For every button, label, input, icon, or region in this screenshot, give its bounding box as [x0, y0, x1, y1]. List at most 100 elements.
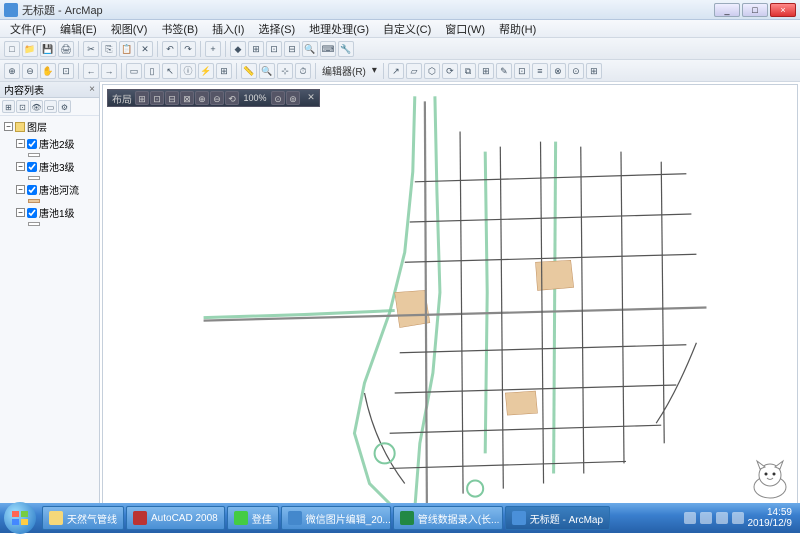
full-extent-icon[interactable]: ⊡	[58, 63, 74, 79]
layer-checkbox[interactable]	[27, 139, 37, 149]
desktop-pet-icon[interactable]	[746, 459, 794, 499]
add-data-icon[interactable]: +	[205, 41, 221, 57]
menu-insert[interactable]: 插入(I)	[206, 20, 250, 38]
python-icon[interactable]: ⌨	[320, 41, 336, 57]
tool-icon[interactable]: ⊞	[248, 41, 264, 57]
start-button[interactable]	[4, 502, 36, 534]
edit-tool-icon[interactable]: ⊙	[568, 63, 584, 79]
layout-close-icon[interactable]: ✕	[305, 92, 317, 104]
layout-tool-icon[interactable]: ⊟	[165, 91, 179, 105]
edit-tool-icon[interactable]: ⊡	[514, 63, 530, 79]
map-view[interactable]: 布局 ⊞ ⊡ ⊟ ⊠ ⊕ ⊖ ⟲ 100% ⊙ ⊚ ✕	[102, 84, 798, 521]
volume-icon[interactable]	[716, 512, 728, 524]
catalog-icon[interactable]: ⊟	[284, 41, 300, 57]
select-icon[interactable]: ▭	[126, 63, 142, 79]
layout-tool-icon[interactable]: ⊚	[286, 91, 300, 105]
menu-file[interactable]: 文件(F)	[4, 20, 52, 38]
layer-checkbox[interactable]	[27, 208, 37, 218]
layout-tool-icon[interactable]: ⊙	[271, 91, 285, 105]
edit-tool-icon[interactable]: ⟳	[442, 63, 458, 79]
network-icon[interactable]	[732, 512, 744, 524]
taskbar-app[interactable]: 管线数据录入(长...	[393, 506, 503, 530]
list-by-drawing-icon[interactable]: ⊞	[2, 100, 15, 113]
zoom-in-icon[interactable]: ⊕	[4, 63, 20, 79]
tree-layer[interactable]: − 唐池1级	[2, 204, 97, 221]
layout-tool-icon[interactable]: ⟲	[225, 91, 239, 105]
map-canvas[interactable]	[103, 85, 797, 520]
tray-icon[interactable]	[684, 512, 696, 524]
clear-select-icon[interactable]: ▯	[144, 63, 160, 79]
edit-tool-icon[interactable]: ≡	[532, 63, 548, 79]
measure-icon[interactable]: 📏	[241, 63, 257, 79]
taskbar-app[interactable]: 天然气管线	[42, 506, 124, 530]
clock[interactable]: 14:59 2019/12/9	[748, 507, 793, 529]
cut-icon[interactable]: ✂	[83, 41, 99, 57]
layer-checkbox[interactable]	[27, 162, 37, 172]
expand-icon[interactable]: −	[16, 162, 25, 171]
expand-icon[interactable]: −	[16, 139, 25, 148]
menu-customize[interactable]: 自定义(C)	[377, 20, 437, 38]
new-icon[interactable]: □	[4, 41, 20, 57]
tool-icon[interactable]: ⊡	[266, 41, 282, 57]
menu-view[interactable]: 视图(V)	[105, 20, 154, 38]
pan-icon[interactable]: ✋	[40, 63, 56, 79]
list-by-source-icon[interactable]: ⊡	[16, 100, 29, 113]
layout-tool-icon[interactable]: ⊡	[150, 91, 164, 105]
layer-checkbox[interactable]	[27, 185, 37, 195]
copy-icon[interactable]: ⎘	[101, 41, 117, 57]
tree-symbol[interactable]	[2, 221, 97, 227]
time-slider-icon[interactable]: ⏱	[295, 63, 311, 79]
open-icon[interactable]: 📁	[22, 41, 38, 57]
edit-tool-icon[interactable]: ▱	[406, 63, 422, 79]
expand-icon[interactable]: −	[16, 208, 25, 217]
select-arrow-icon[interactable]: ↖	[162, 63, 178, 79]
toc-close-icon[interactable]: ×	[89, 84, 95, 95]
menu-help[interactable]: 帮助(H)	[493, 20, 542, 38]
delete-icon[interactable]: ✕	[137, 41, 153, 57]
tree-layer[interactable]: − 唐池3级	[2, 158, 97, 175]
print-icon[interactable]: 🖨	[58, 41, 74, 57]
layout-tool-icon[interactable]: ⊠	[180, 91, 194, 105]
identify-icon[interactable]: ⓘ	[180, 63, 196, 79]
editor-dropdown[interactable]: 编辑器(R)	[320, 63, 368, 78]
zoom-level[interactable]: 100%	[240, 93, 270, 103]
tray-icon[interactable]	[700, 512, 712, 524]
taskbar-app-active[interactable]: 无标题 - ArcMap	[505, 506, 610, 530]
dropdown-arrow-icon[interactable]: ▾	[370, 65, 379, 76]
taskbar-app[interactable]: 登佳	[227, 506, 279, 530]
menu-geoprocess[interactable]: 地理处理(G)	[303, 20, 375, 38]
find-icon[interactable]: 🔍	[259, 63, 275, 79]
minimize-button[interactable]: _	[714, 3, 740, 17]
html-popup-icon[interactable]: ⊞	[216, 63, 232, 79]
edit-tool-icon[interactable]: ⊞	[586, 63, 602, 79]
edit-tool-icon[interactable]: ⊗	[550, 63, 566, 79]
layout-tool-icon[interactable]: ⊖	[210, 91, 224, 105]
menu-window[interactable]: 窗口(W)	[439, 20, 491, 38]
tool-icon[interactable]: ◆	[230, 41, 246, 57]
zoom-out-icon[interactable]: ⊖	[22, 63, 38, 79]
tree-layer[interactable]: − 唐池河流	[2, 181, 97, 198]
maximize-button[interactable]: □	[742, 3, 768, 17]
tree-layer[interactable]: − 唐池2级	[2, 135, 97, 152]
close-button[interactable]: ×	[770, 3, 796, 17]
next-extent-icon[interactable]: →	[101, 63, 117, 79]
taskbar-app[interactable]: AutoCAD 2008	[126, 506, 225, 530]
hyperlink-icon[interactable]: ⚡	[198, 63, 214, 79]
prev-extent-icon[interactable]: ←	[83, 63, 99, 79]
menu-select[interactable]: 选择(S)	[252, 20, 301, 38]
options-icon[interactable]: ⚙	[58, 100, 71, 113]
search-icon[interactable]: 🔍	[302, 41, 318, 57]
menu-edit[interactable]: 编辑(E)	[54, 20, 103, 38]
paste-icon[interactable]: 📋	[119, 41, 135, 57]
layout-tool-icon[interactable]: ⊞	[135, 91, 149, 105]
toolbox-icon[interactable]: 🔧	[338, 41, 354, 57]
list-by-selection-icon[interactable]: ▭	[44, 100, 57, 113]
tree-root[interactable]: − 图层	[2, 118, 97, 135]
edit-tool-icon[interactable]: ↗	[388, 63, 404, 79]
undo-icon[interactable]: ↶	[162, 41, 178, 57]
redo-icon[interactable]: ↷	[180, 41, 196, 57]
taskbar-app[interactable]: 微信图片编辑_20...	[281, 506, 391, 530]
edit-tool-icon[interactable]: ✎	[496, 63, 512, 79]
edit-tool-icon[interactable]: ⧉	[460, 63, 476, 79]
save-icon[interactable]: 💾	[40, 41, 56, 57]
